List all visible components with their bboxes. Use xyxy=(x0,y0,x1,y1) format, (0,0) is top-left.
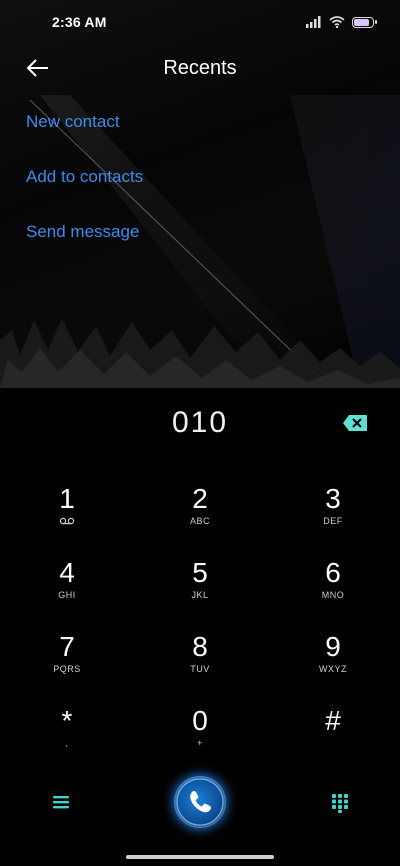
key-digit: 9 xyxy=(325,631,341,662)
menu-button[interactable] xyxy=(52,794,70,810)
status-icons xyxy=(306,16,377,28)
key-digit: 7 xyxy=(59,631,75,662)
key-digit: 4 xyxy=(59,557,75,588)
backspace-button[interactable] xyxy=(342,414,368,432)
key-digit: 8 xyxy=(192,631,208,662)
call-button[interactable] xyxy=(174,776,226,828)
actions-list: New contact Add to contacts Send message xyxy=(26,112,143,277)
top-bar: Recents xyxy=(0,46,400,90)
key-digit: 2 xyxy=(192,483,208,514)
key-5[interactable]: 5 JKL xyxy=(150,558,250,618)
key-digit: 5 xyxy=(192,557,208,588)
dialpad-area: 010 1 2 ABC 3 DEF 4 GHI 5 JKL 6 MNO 7 PQ… xyxy=(0,388,400,866)
new-contact-link[interactable]: New contact xyxy=(26,112,143,131)
battery-icon xyxy=(352,16,377,28)
phone-call-icon xyxy=(176,778,224,826)
key-0[interactable]: 0 + xyxy=(150,706,250,766)
key-letters: ABC xyxy=(189,516,210,526)
key-star[interactable]: * , xyxy=(17,706,117,766)
key-letters xyxy=(283,738,383,749)
key-letters: + xyxy=(197,738,203,748)
key-letters: GHI xyxy=(58,590,76,600)
key-digit: # xyxy=(325,705,341,736)
dialpad-button[interactable] xyxy=(331,793,349,813)
back-button[interactable] xyxy=(24,54,52,82)
status-bar: 2:36 AM xyxy=(0,0,400,44)
dialed-number: 010 xyxy=(171,406,229,439)
home-indicator[interactable] xyxy=(126,855,274,859)
status-time: 2:36 AM xyxy=(52,14,107,30)
key-digit: 3 xyxy=(325,483,341,514)
key-letters: MNO xyxy=(321,590,345,600)
voicemail-icon xyxy=(17,516,117,527)
key-8[interactable]: 8 TUV xyxy=(150,632,250,692)
page-title: Recents xyxy=(163,56,237,79)
key-6[interactable]: 6 MNO xyxy=(283,558,383,618)
key-letters: WXYZ xyxy=(319,664,347,674)
key-letters: DEF xyxy=(323,516,343,526)
key-letters: , xyxy=(65,738,69,748)
key-digit: 6 xyxy=(325,557,341,588)
key-letters: JKL xyxy=(191,590,209,600)
key-letters: PQRS xyxy=(53,664,81,674)
key-9[interactable]: 9 WXYZ xyxy=(283,632,383,692)
signal-icon xyxy=(306,16,321,28)
add-to-contacts-link[interactable]: Add to contacts xyxy=(26,167,143,186)
backspace-icon xyxy=(343,415,367,431)
key-digit: * xyxy=(61,705,73,736)
arrow-left-icon xyxy=(26,59,48,77)
key-3[interactable]: 3 DEF xyxy=(283,484,383,544)
key-2[interactable]: 2 ABC xyxy=(150,484,250,544)
menu-icon xyxy=(53,796,69,809)
bottom-bar xyxy=(0,774,400,834)
key-7[interactable]: 7 PQRS xyxy=(17,632,117,692)
key-letters: TUV xyxy=(190,664,210,674)
key-hash[interactable]: # xyxy=(283,706,383,766)
key-digit: 1 xyxy=(59,483,75,514)
key-4[interactable]: 4 GHI xyxy=(17,558,117,618)
send-message-link[interactable]: Send message xyxy=(26,222,143,241)
battery-level xyxy=(354,18,370,26)
dialpad-icon xyxy=(332,794,348,813)
key-digit: 0 xyxy=(192,705,208,736)
wifi-icon xyxy=(329,16,345,28)
key-1[interactable]: 1 xyxy=(17,484,117,544)
